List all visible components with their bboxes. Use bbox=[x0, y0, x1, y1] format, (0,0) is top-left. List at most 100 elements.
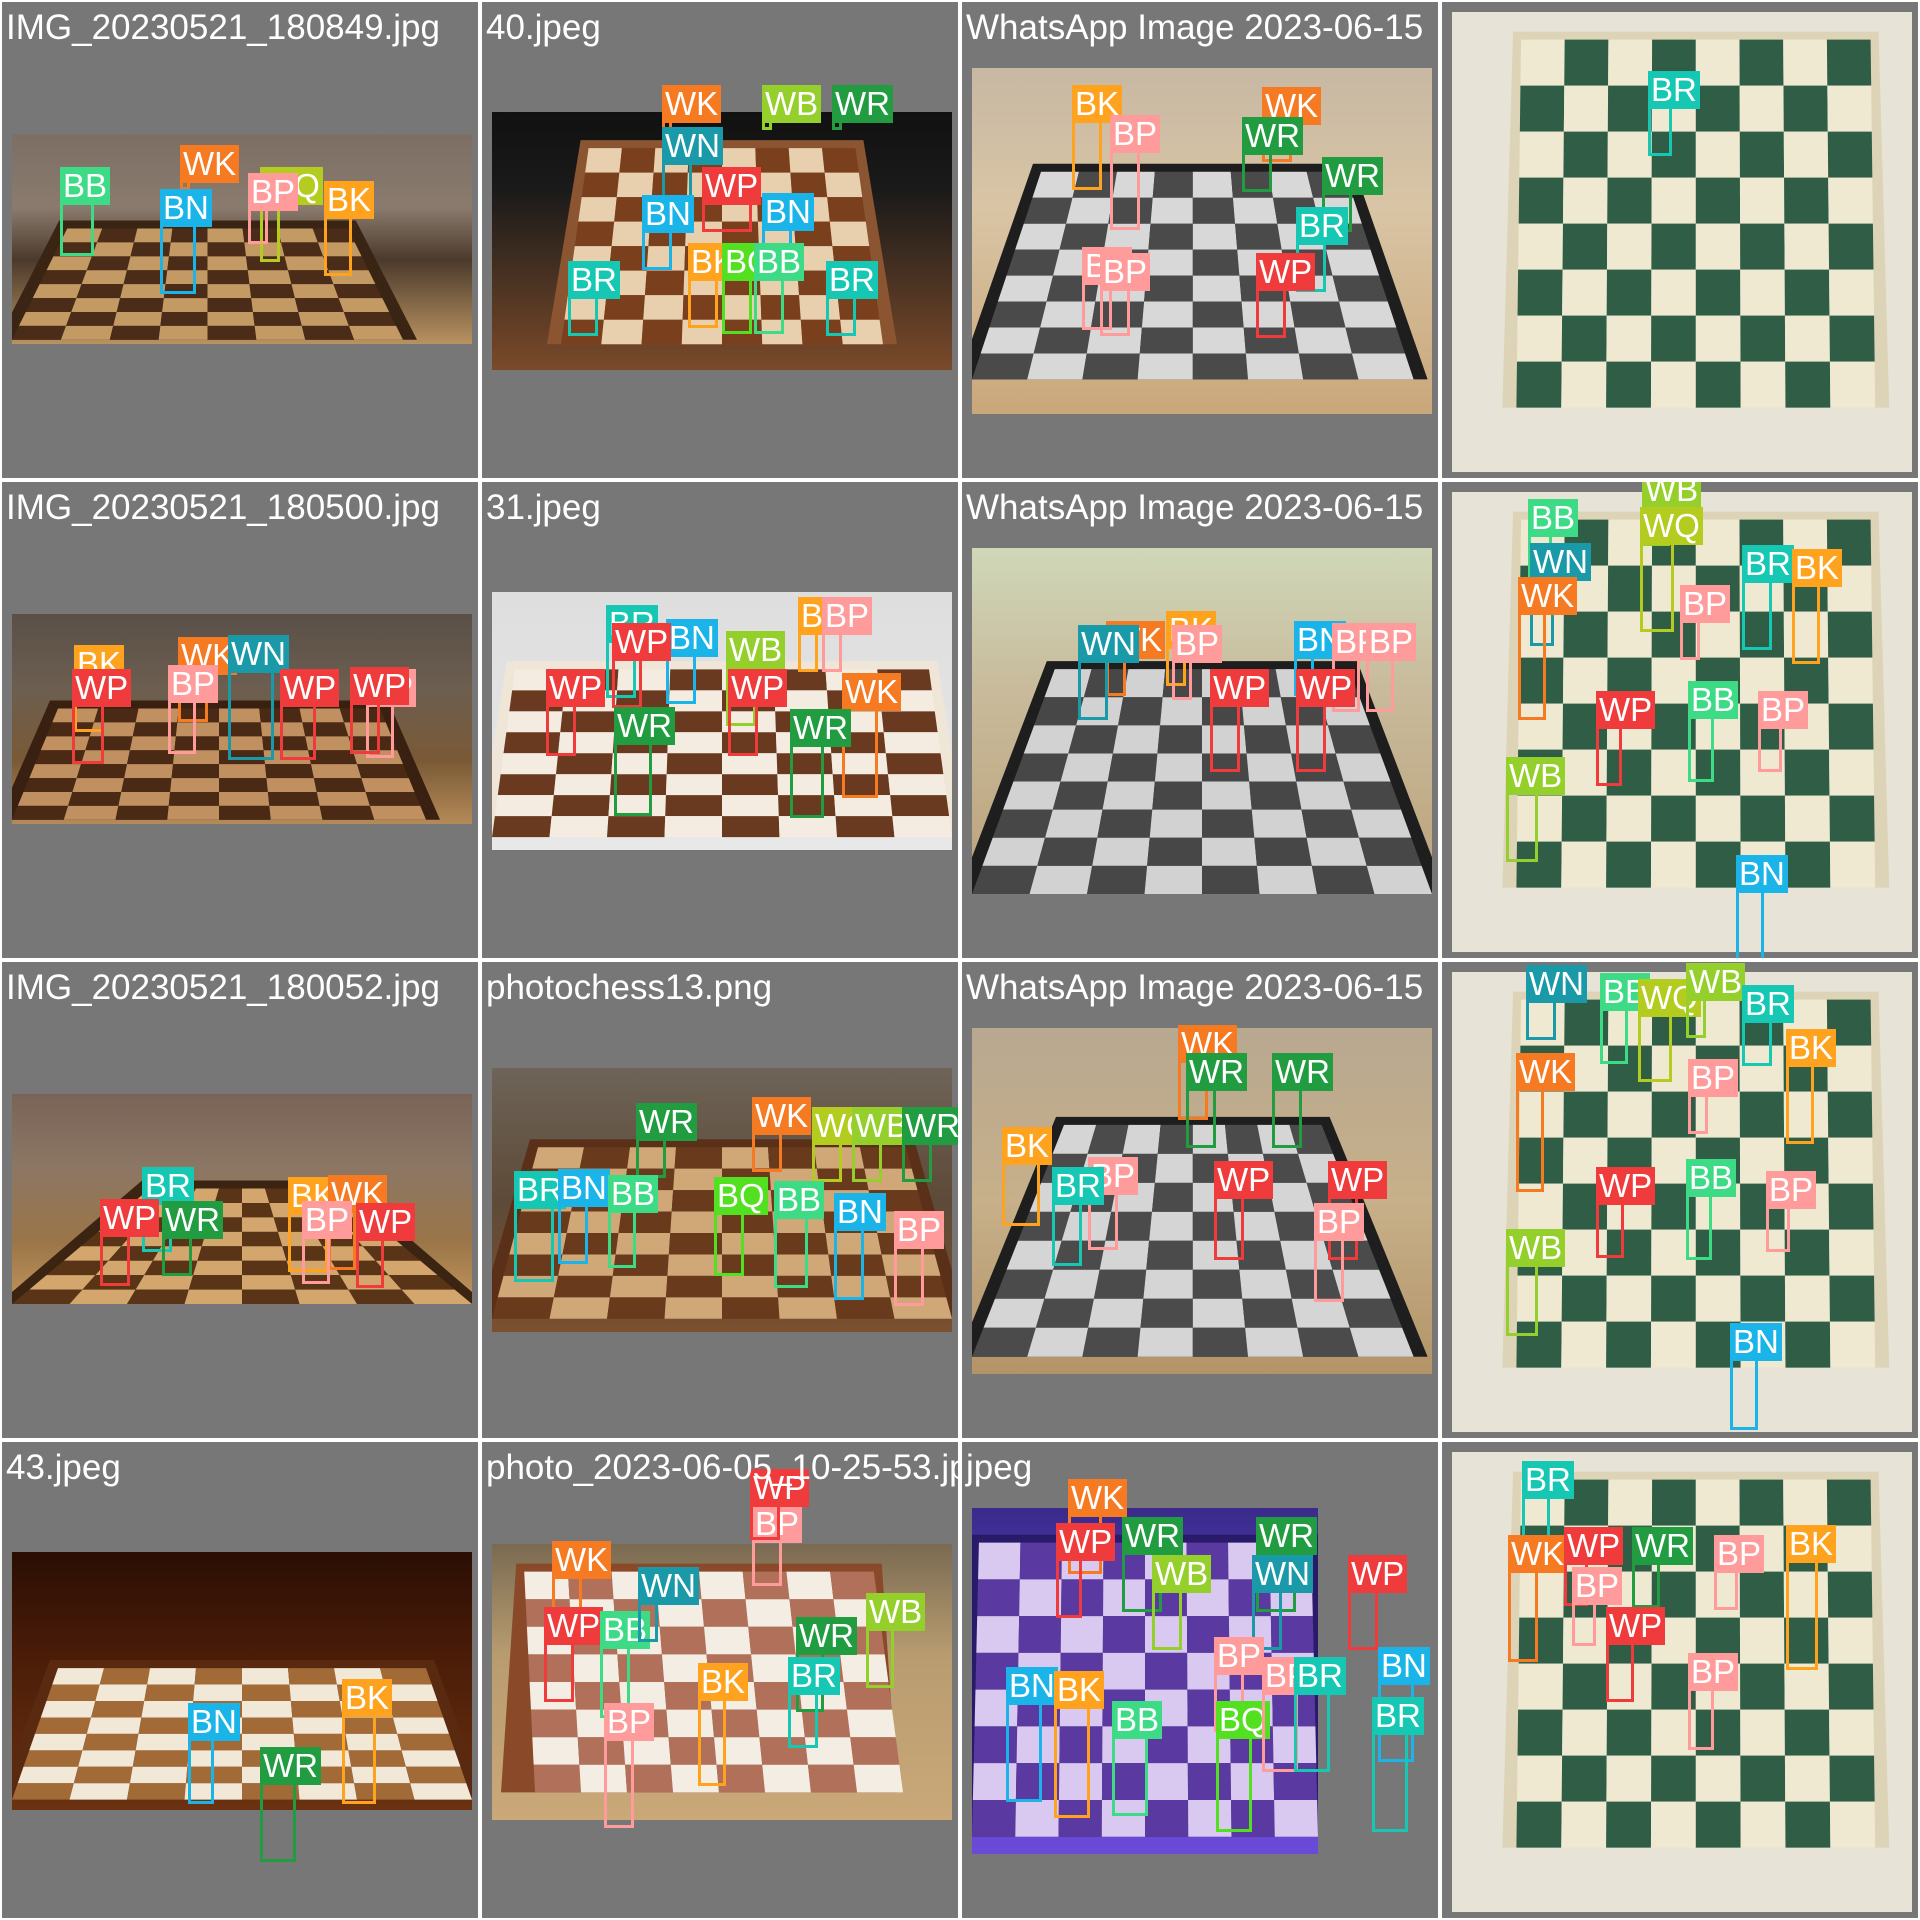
detection-label: BB bbox=[1528, 499, 1579, 537]
detection-label: BP bbox=[1714, 1535, 1765, 1573]
detection-label: WP bbox=[1606, 1607, 1666, 1645]
detection-box-br: BR bbox=[568, 261, 620, 336]
detection-box-br: BR bbox=[1648, 71, 1700, 156]
detection-box-bq: BQ bbox=[722, 243, 776, 334]
detection-box-bk: BK bbox=[698, 1663, 749, 1786]
detection-box-bk: BK bbox=[688, 243, 739, 328]
detection-box-bp: BP bbox=[822, 597, 873, 672]
detection-label: BP bbox=[1100, 253, 1151, 291]
image-tile: BKWKWNBPWPWPBPWPIMG_20230521_180500.jpg bbox=[0, 480, 480, 960]
detection-box-bq: BQ bbox=[714, 1177, 768, 1276]
detection-label: BR bbox=[1648, 71, 1700, 109]
detection-box-wr: WR bbox=[832, 85, 893, 130]
chess-photo bbox=[972, 68, 1432, 414]
detection-box-wp: WP bbox=[1596, 691, 1656, 786]
detection-box-wp: WP bbox=[1056, 1523, 1116, 1618]
detection-box-bn: BN bbox=[1006, 1667, 1058, 1802]
detection-box-wp: WP bbox=[1214, 1161, 1274, 1260]
image-tile: WK WB WR WN WP BN BN BR BR BK BQ BB 40.jpeg bbox=[480, 0, 960, 480]
detection-label: BP bbox=[1766, 1171, 1817, 1209]
detection-label: WB bbox=[1642, 482, 1702, 509]
detection-box-bp: BP bbox=[1758, 691, 1809, 772]
detection-box-wk: WK bbox=[1518, 577, 1578, 720]
detection-box-wb: WB bbox=[762, 85, 822, 130]
chess-photo bbox=[1452, 972, 1912, 1432]
detection-label: BN bbox=[1378, 1647, 1430, 1685]
detection-box-wb: WB bbox=[1152, 1555, 1212, 1650]
detection-label: BR bbox=[1742, 545, 1794, 583]
detection-label: BR bbox=[788, 1657, 840, 1695]
detection-label: WR bbox=[902, 1107, 958, 1145]
detection-label: WP bbox=[612, 623, 672, 661]
chess-photo bbox=[12, 1552, 472, 1810]
detection-box-bp: BP bbox=[168, 665, 219, 754]
image-tile: BBWKBNWQBPBKIMG_20230521_180849.jpg bbox=[0, 0, 480, 480]
image-tile: WK WR WR WP WB WN WP BP BN BK BB BQ BP BN BR BR jpeg bbox=[960, 1440, 1440, 1920]
detection-label: WK bbox=[552, 1541, 612, 1579]
detection-label: WP bbox=[1214, 1161, 1274, 1199]
detection-box-bk: BK bbox=[1072, 85, 1123, 190]
detection-box-wp: WP bbox=[546, 669, 606, 756]
chessboard bbox=[1502, 991, 1890, 1368]
detection-box-wr: WR bbox=[1186, 1053, 1247, 1148]
detection-box-wb: WB bbox=[852, 1107, 912, 1182]
detection-box-wp: WP bbox=[1596, 1167, 1656, 1258]
detection-label: WP bbox=[1564, 1527, 1624, 1565]
detection-label: WN bbox=[638, 1567, 699, 1605]
detection-label: BN bbox=[1730, 1323, 1782, 1361]
detection-box-br: BR bbox=[1742, 545, 1794, 650]
detection-label: WR bbox=[1272, 1053, 1333, 1091]
detection-box-wr: WR bbox=[614, 707, 675, 816]
detection-label: BP bbox=[822, 597, 873, 635]
detection-label: WB bbox=[866, 1593, 926, 1631]
detection-label: WP bbox=[1296, 669, 1356, 707]
detection-label: BP bbox=[1688, 1653, 1739, 1691]
detection-label: BR bbox=[826, 261, 878, 299]
detection-label: WR bbox=[260, 1747, 321, 1785]
detection-box-br: BR bbox=[514, 1171, 566, 1282]
detection-label: BB bbox=[608, 1175, 659, 1213]
detection-label: BN bbox=[642, 195, 694, 233]
detection-box-wn: WN bbox=[228, 635, 289, 760]
detection-box-wk: WK bbox=[1516, 1053, 1576, 1192]
detection-box-bp: BP bbox=[894, 1211, 945, 1306]
chess-photo bbox=[972, 548, 1432, 894]
detection-label: WK bbox=[662, 85, 722, 123]
detection-box-bp: BP bbox=[1172, 625, 1223, 700]
detection-box-bk: BK bbox=[1786, 1525, 1837, 1670]
detection-box-wp: WP bbox=[1256, 253, 1316, 338]
detection-label: BP bbox=[302, 1201, 353, 1239]
detection-label: WK bbox=[1068, 1479, 1128, 1517]
detection-label: WR bbox=[790, 709, 851, 747]
detection-label: BP bbox=[1572, 1567, 1623, 1605]
detection-box-wb: WB bbox=[1686, 963, 1746, 1038]
detection-label: BB bbox=[1686, 1159, 1737, 1197]
detection-label: WR bbox=[636, 1103, 697, 1141]
detection-label: BK bbox=[342, 1679, 393, 1717]
detection-box-bp: BP bbox=[1688, 1653, 1739, 1750]
detection-label: WP bbox=[1596, 691, 1656, 729]
detection-mosaic-grid: BBWKBNWQBPBKIMG_20230521_180849.jpgWKWBW… bbox=[0, 0, 1920, 1920]
detection-box-wr: WR bbox=[1242, 117, 1303, 192]
detection-label: BB bbox=[1112, 1701, 1163, 1739]
detection-box-wb: WB bbox=[1506, 1229, 1566, 1336]
detection-label: BN bbox=[1006, 1667, 1058, 1705]
detection-box-bn: BN bbox=[188, 1703, 240, 1804]
chessboard bbox=[972, 661, 1432, 894]
image-tile: BRBNWBBKBPWPWPWPWKWRWR31.jpeg bbox=[480, 480, 960, 960]
detection-label: WK bbox=[1508, 1535, 1568, 1573]
detection-box-bp: BP bbox=[1314, 1203, 1365, 1302]
detection-box-bn: BN bbox=[1730, 1323, 1782, 1430]
detection-label: BP bbox=[894, 1211, 945, 1249]
detection-label: BN bbox=[834, 1193, 886, 1231]
detection-label: WP bbox=[546, 669, 606, 707]
detection-box-wp: WP bbox=[72, 669, 132, 764]
detection-box-bk: BK bbox=[1054, 1671, 1105, 1818]
image-filename: 43.jpeg bbox=[6, 1448, 121, 1487]
detection-label: BR bbox=[1742, 985, 1794, 1023]
detection-box-wk: WK bbox=[1508, 1535, 1568, 1662]
detection-box-wq: WQ bbox=[812, 1107, 875, 1182]
detection-label: BP bbox=[1172, 625, 1223, 663]
detection-label: BR bbox=[1052, 1167, 1104, 1205]
detection-label: BB bbox=[1688, 681, 1739, 719]
